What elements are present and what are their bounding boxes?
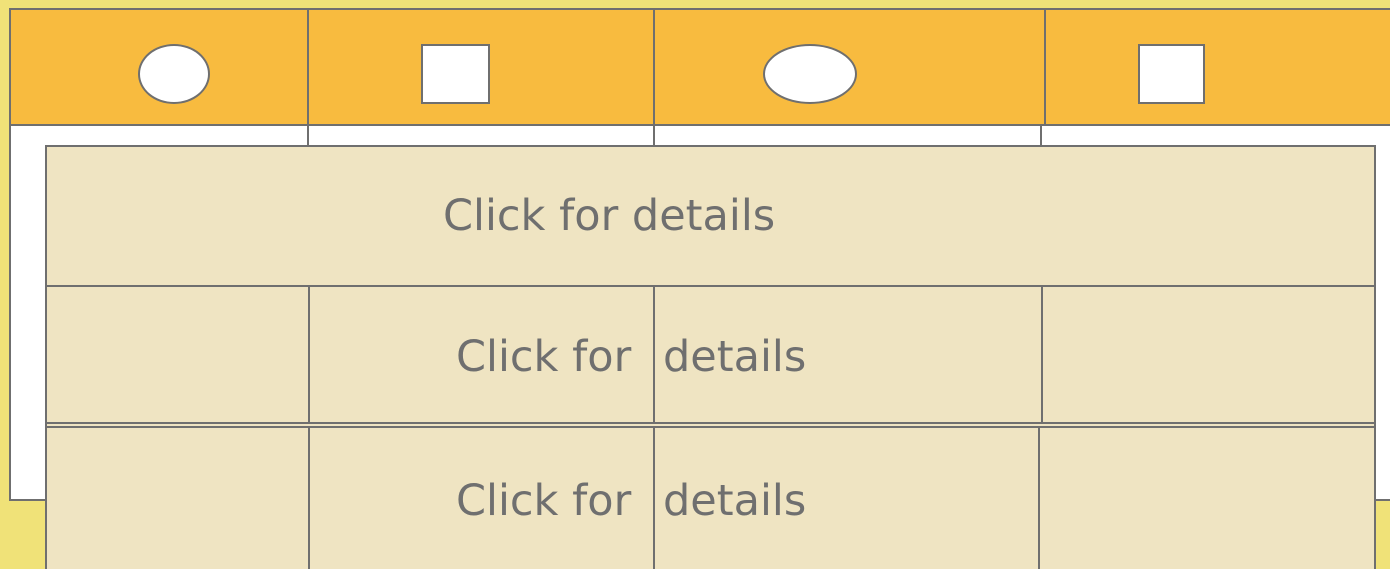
ellipse-icon (763, 44, 857, 104)
header-divider (1044, 8, 1046, 126)
details-link-label-right[interactable]: details (663, 480, 806, 523)
details-row-3[interactable]: Click for details (47, 428, 1374, 569)
details-link-label[interactable]: Click for details (443, 195, 775, 238)
header-divider (307, 8, 309, 126)
header-divider (653, 8, 655, 126)
square-icon (421, 44, 490, 104)
circle-icon (138, 44, 210, 104)
diagram-canvas: Click for details Click for details Clic… (0, 0, 1390, 569)
details-link-label-left[interactable]: Click for (456, 480, 631, 523)
details-link-label-right[interactable]: details (663, 336, 806, 379)
details-row-2[interactable]: Click for details (47, 287, 1374, 422)
details-link-label-left[interactable]: Click for (456, 336, 631, 379)
square-icon (1138, 44, 1205, 104)
row-divider (45, 422, 1376, 424)
details-row-1[interactable]: Click for details (47, 147, 1374, 285)
